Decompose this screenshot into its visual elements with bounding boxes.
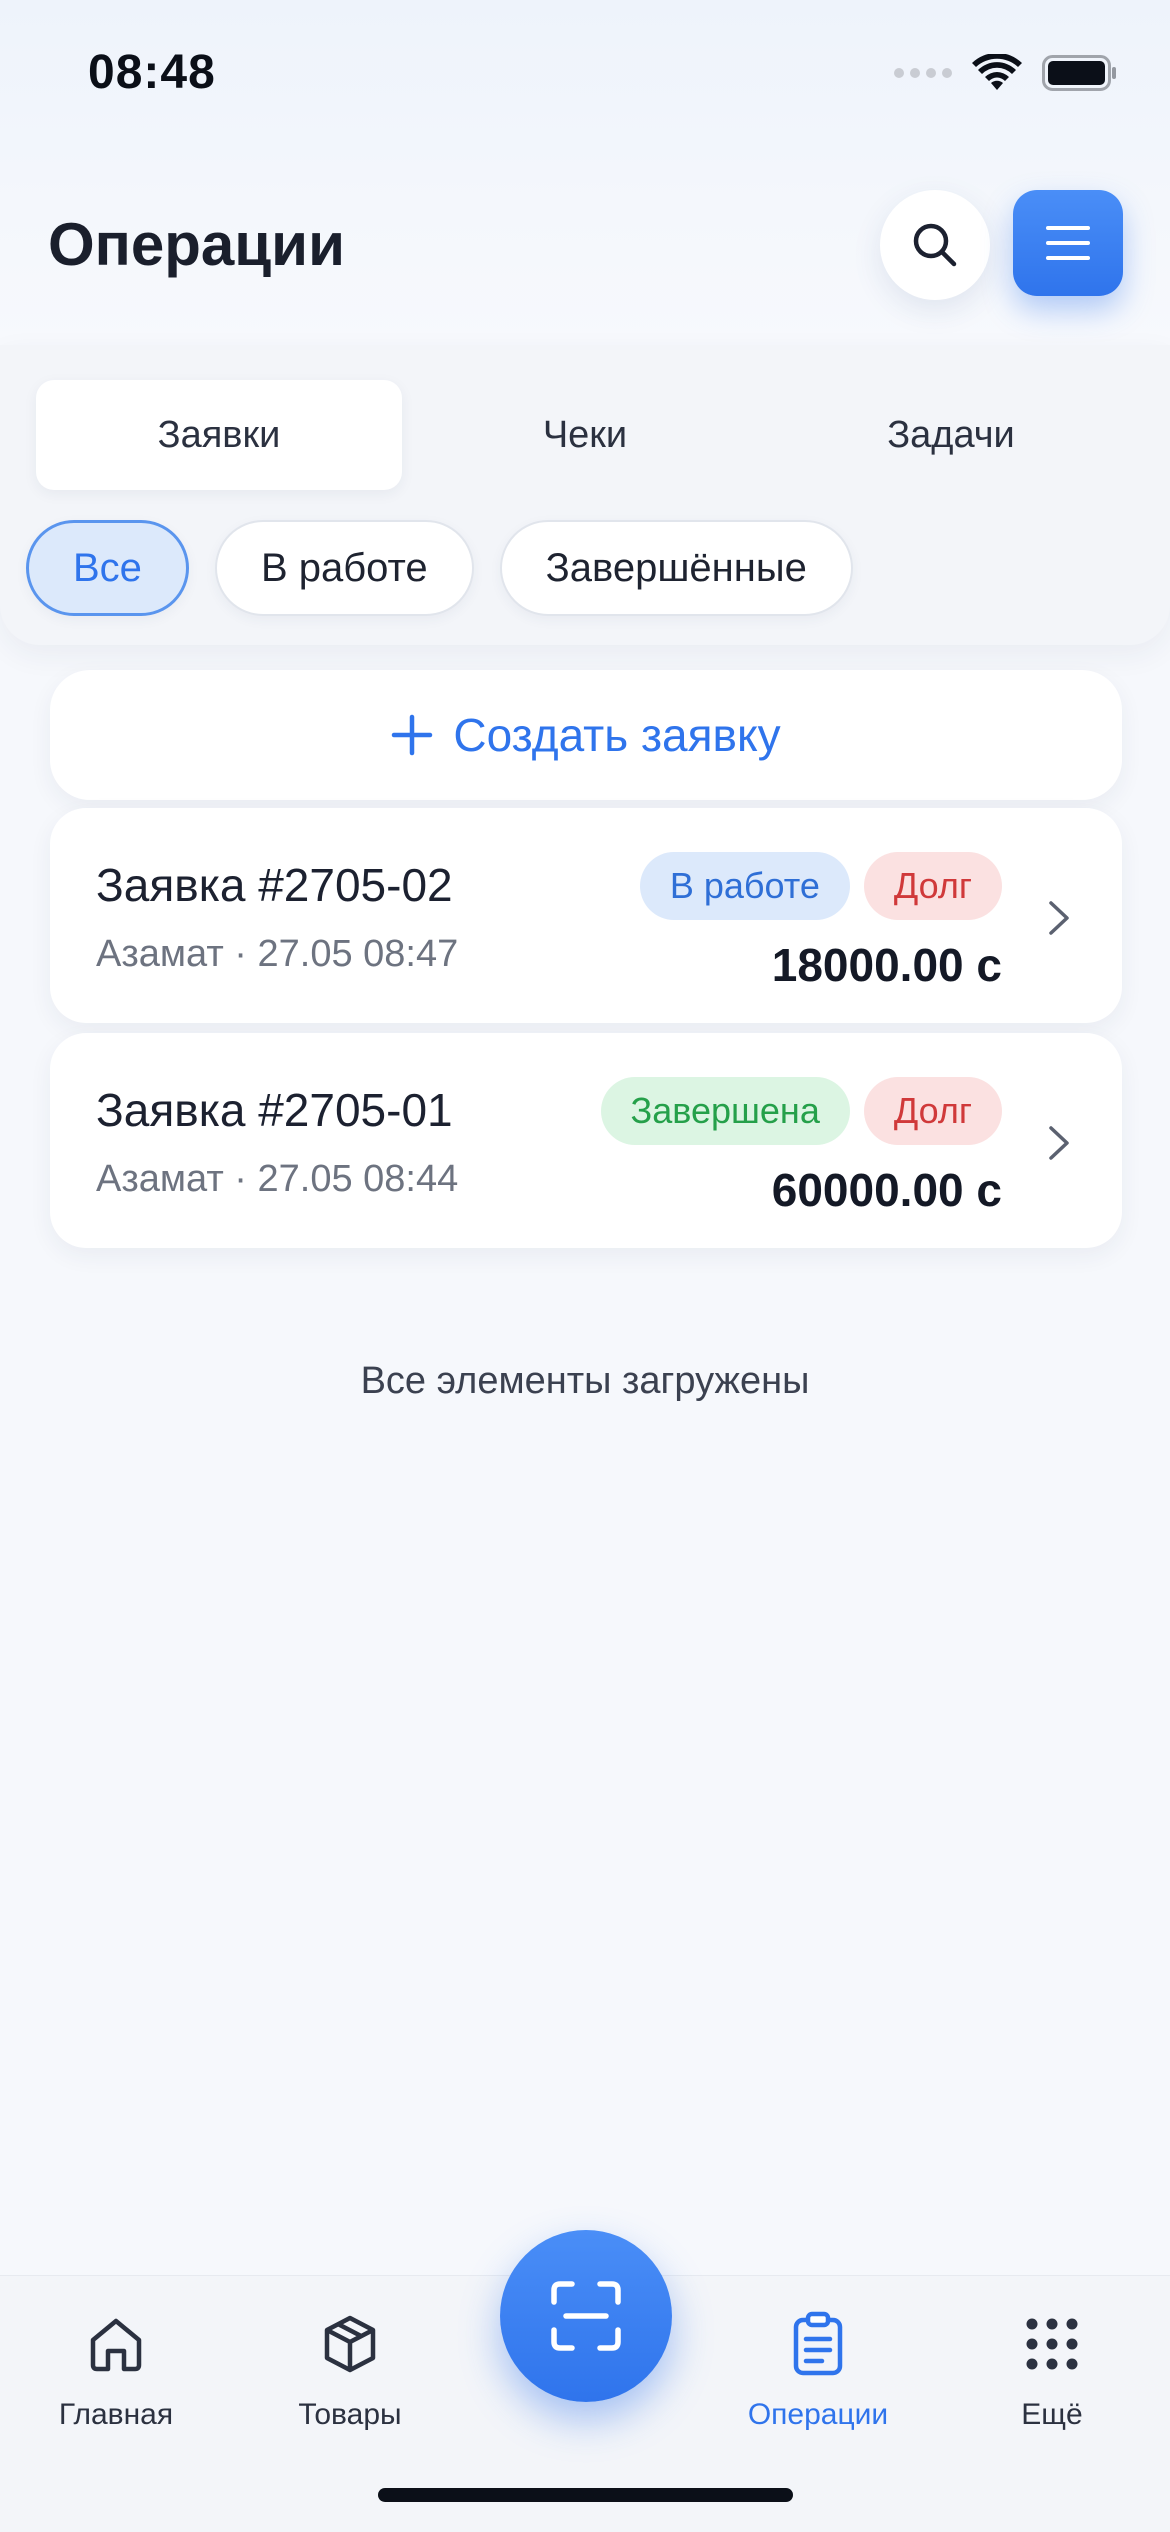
battery-icon bbox=[1042, 55, 1116, 91]
request-title: Заявка #2705-02 bbox=[96, 859, 453, 911]
tabs-panel: Заявки Чеки Задачи Все В работе Завершён… bbox=[0, 345, 1170, 645]
nav-item-products[interactable]: Товары bbox=[260, 2308, 440, 2432]
nav-item-operations[interactable]: Операции bbox=[728, 2308, 908, 2432]
chevron-right-icon bbox=[1049, 901, 1069, 935]
plus-icon bbox=[392, 714, 433, 756]
filter-chip-completed[interactable]: Завершённые bbox=[499, 520, 853, 616]
create-request-button[interactable]: Создать заявку bbox=[50, 670, 1122, 800]
status-badge: Завершена bbox=[600, 1077, 850, 1145]
menu-button[interactable] bbox=[1013, 190, 1123, 296]
request-meta: Азамат · 27.05 08:44 bbox=[96, 1158, 458, 1201]
cellular-signal-icon bbox=[894, 68, 952, 78]
nav-label-operations: Операции bbox=[747, 2398, 889, 2431]
nav-label-home: Главная bbox=[58, 2398, 174, 2431]
request-datetime: 27.05 08:44 bbox=[257, 1158, 459, 1200]
segment-tabs: Заявки Чеки Задачи bbox=[36, 380, 1134, 490]
create-request-label: Создать заявку bbox=[453, 709, 781, 761]
request-author: Азамат bbox=[96, 1158, 224, 1200]
page-title: Операции bbox=[48, 211, 345, 278]
search-button[interactable] bbox=[880, 190, 990, 300]
scan-icon bbox=[551, 2281, 621, 2351]
status-icons bbox=[894, 54, 1118, 92]
scan-button[interactable] bbox=[500, 2230, 672, 2402]
nav-label-more: Ещё bbox=[1021, 2398, 1083, 2431]
filter-chip-in-work[interactable]: В работе bbox=[214, 520, 474, 616]
debt-badge: Долг bbox=[863, 1077, 1002, 1145]
status-bar: 08:48 bbox=[0, 0, 1170, 140]
request-title: Заявка #2705-01 bbox=[96, 1084, 453, 1136]
clipboard-icon bbox=[793, 2311, 843, 2376]
meta-separator: · bbox=[234, 1158, 247, 1200]
request-datetime: 27.05 08:47 bbox=[257, 933, 459, 975]
tab-receipts[interactable]: Чеки bbox=[402, 380, 768, 490]
meta-separator: · bbox=[234, 933, 247, 975]
tab-tasks[interactable]: Задачи bbox=[768, 380, 1134, 490]
list-end-message: Все элементы загружены bbox=[360, 1360, 810, 1402]
search-icon bbox=[913, 223, 957, 267]
nav-label-products: Товары bbox=[298, 2398, 402, 2431]
home-indicator bbox=[378, 2488, 793, 2502]
request-card[interactable]: Заявка #2705-02 Азамат · 27.05 08:47 В р… bbox=[50, 808, 1122, 1023]
filter-chip-all[interactable]: Все bbox=[26, 520, 189, 616]
wifi-icon bbox=[972, 54, 1022, 90]
request-badges: В работе Долг bbox=[639, 852, 1002, 920]
chevron-right-icon bbox=[1049, 1126, 1069, 1160]
request-meta: Азамат · 27.05 08:47 bbox=[96, 933, 458, 976]
request-author: Азамат bbox=[96, 933, 224, 975]
status-badge: В работе bbox=[639, 852, 850, 920]
tab-requests[interactable]: Заявки bbox=[36, 380, 402, 490]
request-amount: 60000.00 с bbox=[771, 1164, 1002, 1216]
nav-item-more[interactable]: Ещё bbox=[962, 2308, 1142, 2432]
request-card[interactable]: Заявка #2705-01 Азамат · 27.05 08:44 Зав… bbox=[50, 1033, 1122, 1248]
request-badges: Завершена Долг bbox=[600, 1077, 1002, 1145]
box-icon bbox=[324, 2315, 376, 2373]
grid-dots-icon bbox=[1026, 2318, 1078, 2370]
status-time: 08:48 bbox=[88, 46, 216, 99]
filter-chips: Все В работе Завершённые bbox=[26, 520, 853, 616]
home-icon bbox=[90, 2318, 142, 2372]
menu-icon bbox=[1046, 226, 1090, 260]
page-header: Операции bbox=[0, 170, 1170, 320]
nav-item-home[interactable]: Главная bbox=[26, 2308, 206, 2432]
debt-badge: Долг bbox=[863, 852, 1002, 920]
request-amount: 18000.00 с bbox=[771, 939, 1002, 991]
